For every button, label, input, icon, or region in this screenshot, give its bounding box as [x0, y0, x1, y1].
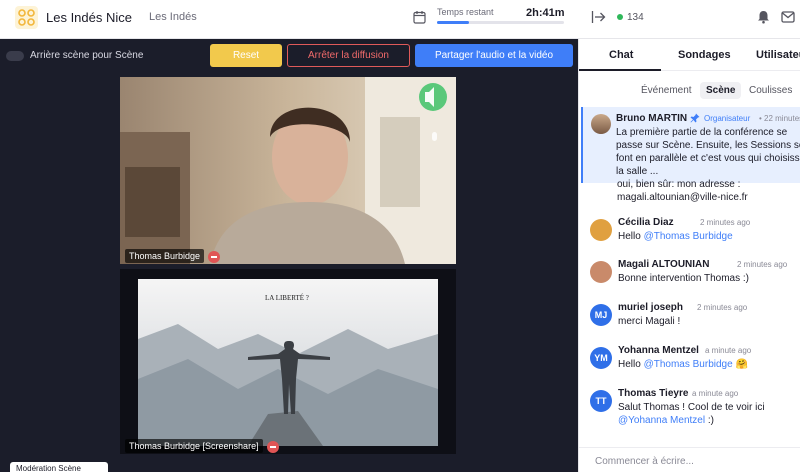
backstage-toggle[interactable] [6, 51, 24, 61]
avatar [590, 219, 612, 241]
message-author: Cécilia Diaz [618, 217, 674, 228]
speaker-video-frame [120, 77, 456, 264]
bell-icon[interactable] [757, 10, 770, 24]
pinned-message[interactable]: Bruno MARTIN Organisateur • 22 minutes L… [581, 107, 800, 183]
partial-message-text: oui, bien sûr: mon adresse : magali.alto… [617, 179, 748, 203]
muted-icon [208, 251, 220, 263]
mail-icon[interactable] [781, 11, 795, 23]
top-bar: Les Indés Nice Les Indés Temps restant 2… [0, 0, 800, 39]
app-logo[interactable] [15, 6, 38, 29]
presentation-slide [138, 279, 438, 446]
user-mention[interactable]: @Yohanna Mentzel [618, 415, 705, 426]
calendar-icon [413, 11, 426, 24]
avatar: MJ [590, 304, 612, 326]
message-text: Salut Thomas ! Cool de te voir ici @Yoha… [618, 401, 800, 427]
input-divider [579, 447, 800, 448]
chat-message[interactable]: Magali ALTOUNIAN 2 minutes ago Bonne inter… [579, 258, 800, 296]
message-time: 2 minutes ago [697, 303, 748, 312]
subtab-event[interactable]: Événement [635, 82, 698, 99]
avatar [590, 261, 612, 283]
tab-polls[interactable]: Sondages [678, 49, 731, 61]
message-time: 2 minutes ago [700, 218, 751, 227]
reset-button[interactable]: Reset [210, 44, 282, 67]
stage-area: Arrière scène pour Scène Reset Arrêter l… [0, 39, 578, 472]
camera-video-tile[interactable]: Thomas Burbidge [120, 77, 456, 264]
pinned-time: • 22 minutes [759, 114, 800, 123]
active-tab-indicator [579, 69, 661, 71]
screenshare-tile[interactable]: LA LIBERTÉ ? Thomas Burbidge [Screenshar… [120, 269, 456, 454]
message-text: Bonne intervention Thomas :) [618, 272, 800, 285]
tab-users[interactable]: Utilisateurs [756, 49, 800, 61]
chat-message[interactable]: YM Yohanna Mentzel a minute ago Hello @Thom… [579, 344, 800, 382]
message-body: Salut Thomas ! Cool de te voir ici [618, 402, 765, 413]
chat-message[interactable]: TT Thomas Tieyre a minute ago Salut Thomas … [579, 387, 800, 427]
avatar: TT [590, 390, 612, 412]
message-body: Bonne intervention Thomas :) [618, 273, 750, 284]
screenshare-name-tag: Thomas Burbidge [Screenshare] [125, 439, 263, 453]
chat-message[interactable]: Cécilia Diaz 2 minutes ago Hello @Thomas B… [579, 216, 800, 254]
app-title: Les Indés Nice [46, 10, 132, 25]
event-subtitle: Les Indés [149, 11, 197, 23]
chat-panel: Chat Sondages Utilisateurs Événement Scè… [578, 39, 800, 472]
share-audio-video-button[interactable]: Partager l'audio et la vidéo [415, 44, 573, 67]
subtab-backstage[interactable]: Coulisses [743, 82, 798, 99]
chat-input[interactable] [595, 456, 795, 467]
message-author: muriel joseph [618, 302, 684, 313]
stop-broadcast-button[interactable]: Arrêter la diffusion [287, 44, 410, 67]
tab-chat[interactable]: Chat [609, 49, 633, 61]
message-body: merci Magali ! [618, 316, 681, 327]
moderation-button[interactable]: Modération Scène [10, 462, 108, 472]
message-author: Magali ALTOUNIAN [618, 259, 710, 270]
message-text: merci Magali ! [618, 315, 800, 328]
message-body: Hello [618, 359, 644, 370]
muted-icon [267, 441, 279, 453]
user-mention[interactable]: @Thomas Burbidge 🤗 [644, 359, 748, 370]
message-author: Yohanna Mentzel [618, 345, 699, 356]
online-status-dot [617, 14, 623, 20]
backstage-toggle-label: Arrière scène pour Scène [30, 50, 144, 61]
avatar [591, 114, 611, 134]
time-remaining-value: 2h:41m [526, 7, 565, 19]
message-text: Hello @Thomas Burbidge 🤗 [618, 358, 800, 371]
user-mention[interactable]: @Thomas Burbidge [644, 231, 733, 242]
pinned-author: Bruno MARTIN [616, 113, 688, 124]
time-remaining-label: Temps restant [437, 7, 494, 17]
time-progress-fill [437, 21, 469, 24]
pinned-text: La première partie de la conférence se p… [616, 127, 800, 177]
message-body: Hello [618, 231, 644, 242]
camera-name-tag: Thomas Burbidge [125, 249, 205, 263]
slide-caption: LA LIBERTÉ ? [265, 294, 309, 302]
online-count: 134 [627, 12, 644, 23]
message-author: Thomas Tieyre [618, 388, 689, 399]
pinned-role: Organisateur [704, 114, 751, 123]
message-time: 2 minutes ago [737, 260, 788, 269]
message-text: Hello @Thomas Burbidge [618, 230, 800, 243]
chat-message[interactable]: MJ muriel joseph 2 minutes ago merci Magali… [579, 301, 800, 339]
message-time: a minute ago [705, 346, 752, 355]
pin-icon [690, 113, 700, 123]
message-time: a minute ago [692, 389, 739, 398]
time-progress-bar [437, 21, 564, 24]
avatar: YM [590, 347, 612, 369]
subtab-stage[interactable]: Scène [700, 82, 742, 99]
message-body: :) [705, 415, 714, 426]
collapse-panel-icon[interactable] [591, 10, 606, 24]
